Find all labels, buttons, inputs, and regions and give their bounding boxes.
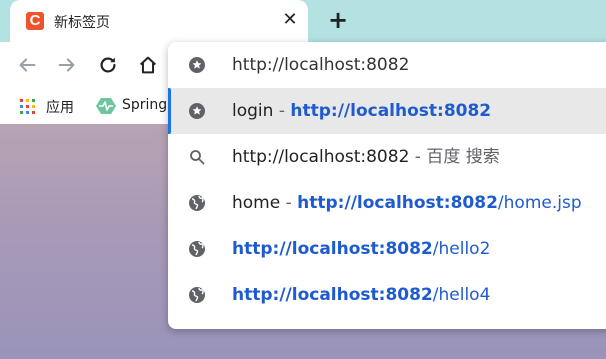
suggestion-url-path: /hello4: [432, 285, 491, 305]
bookmark-spring-label: Spring: [122, 97, 168, 113]
star-icon: [189, 103, 205, 119]
forward-arrow-icon[interactable]: [56, 54, 78, 76]
suggestion-search[interactable]: http://localhost:8082 - 百度 搜索: [168, 134, 606, 180]
apps-grid-icon: [20, 99, 35, 114]
spring-icon: [96, 98, 116, 114]
suggestion-hello4[interactable]: http://localhost:8082/hello4: [168, 272, 606, 318]
omnibox[interactable]: http://localhost:8082: [168, 42, 606, 88]
suggestion-query: http://localhost:8082: [232, 147, 410, 167]
suggestion-url-path: /hello2: [432, 239, 491, 259]
suggestion-home[interactable]: home - http://localhost:8082/home.jsp: [168, 180, 606, 226]
suggestion-login[interactable]: login - http://localhost:8082: [168, 88, 606, 134]
suggestion-url: http://localhost:8082: [290, 101, 491, 121]
suggestion-url-match: http://localhost:8082: [232, 285, 433, 305]
omnibox-dropdown: http://localhost:8082 login - http://loc…: [168, 42, 606, 329]
suggestion-text: login - http://localhost:8082: [232, 100, 491, 122]
close-tab-icon[interactable]: ✕: [280, 10, 300, 30]
suggestion-engine: 百度 搜索: [426, 147, 500, 167]
suggestion-url: http://localhost:8082/home.jsp: [297, 193, 581, 213]
suggestion-title: home: [232, 193, 281, 213]
globe-icon: [189, 195, 205, 211]
new-tab-button[interactable]: +: [326, 8, 350, 32]
tab-favicon-icon: C: [26, 12, 44, 30]
bookmark-apps-label: 应用: [46, 100, 74, 116]
suggestion-url-match: http://localhost:8082: [232, 239, 433, 259]
suggestion-separator: -: [280, 193, 298, 213]
star-icon: [189, 57, 205, 73]
suggestion-url-match: http://localhost:8082: [297, 193, 498, 213]
suggestion-hello2[interactable]: http://localhost:8082/hello2: [168, 226, 606, 272]
back-arrow-icon[interactable]: [16, 54, 38, 76]
globe-icon: [189, 287, 205, 303]
tab-strip: C 新标签页 ✕ +: [0, 0, 606, 42]
suggestion-url-path: /home.jsp: [497, 193, 582, 213]
tab-new-tab-page[interactable]: C 新标签页 ✕: [10, 0, 308, 42]
suggestion-text: home - http://localhost:8082/home.jsp: [232, 192, 582, 214]
suggestion-url-match: http://localhost:8082: [290, 101, 492, 121]
reload-icon[interactable]: [97, 54, 119, 76]
suggestion-title: login: [232, 101, 274, 121]
suggestion-url: http://localhost:8082/hello2: [232, 238, 490, 260]
globe-icon: [189, 241, 205, 257]
search-icon: [190, 150, 205, 165]
tab-title: 新标签页: [54, 15, 110, 31]
suggestion-text: http://localhost:8082 - 百度 搜索: [232, 146, 500, 168]
home-icon[interactable]: [137, 54, 159, 76]
suggestion-url: http://localhost:8082/hello4: [232, 284, 490, 306]
suggestion-separator: -: [409, 147, 427, 167]
omnibox-input[interactable]: http://localhost:8082: [232, 54, 409, 76]
suggestion-separator: -: [273, 101, 291, 121]
